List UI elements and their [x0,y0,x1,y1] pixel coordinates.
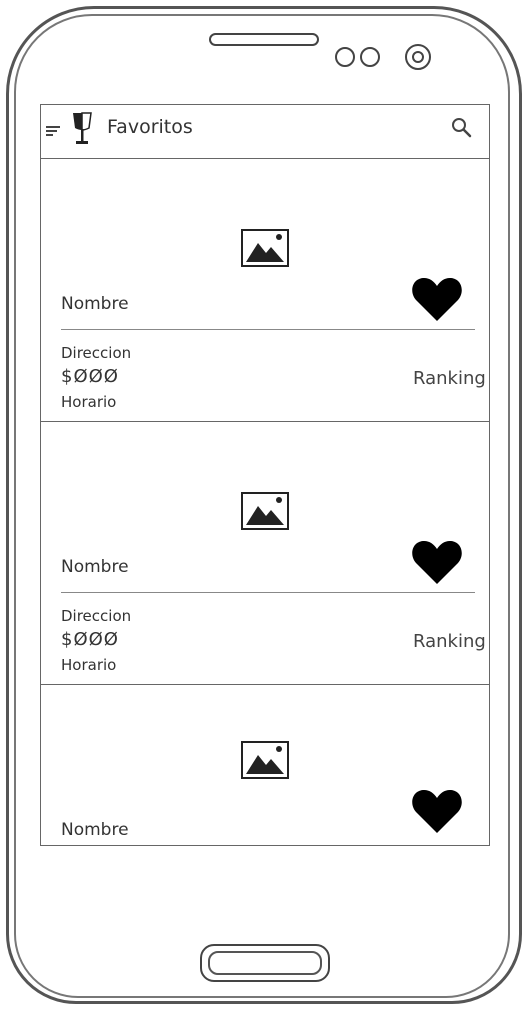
home-button[interactable] [200,944,330,982]
place-ranking: Ranking [413,368,486,389]
place-price: $ØØØ [61,366,119,387]
heart-icon[interactable] [411,539,463,585]
card-header: Nombre [41,422,489,592]
top-app-bar: Favoritos [41,105,489,159]
card-header: Nombre [41,685,489,845]
hamburger-menu-icon[interactable] [46,126,60,136]
search-icon[interactable] [451,117,473,139]
card-details: Direccion $ØØØ Horario Ranking [41,593,489,684]
front-camera [405,44,431,70]
place-hours: Horario [61,656,117,674]
favorite-card[interactable]: Nombre Direccion $ØØØ Horario Ranking [41,159,489,421]
light-sensor [360,47,380,67]
image-placeholder-icon [241,229,289,267]
place-ranking: Ranking [413,631,486,652]
card-header: Nombre [41,159,489,329]
heart-icon[interactable] [411,276,463,322]
place-price: $ØØØ [61,629,119,650]
proximity-sensor [335,47,355,67]
favorite-card[interactable]: Nombre Direccion $ØØØ Horario Ranking [41,422,489,684]
image-placeholder-icon [241,741,289,779]
page-title: Favoritos [107,116,193,138]
place-name: Nombre [61,557,129,577]
place-name: Nombre [61,294,129,314]
place-hours: Horario [61,393,117,411]
place-address: Direccion [61,607,132,625]
heart-icon[interactable] [411,788,463,834]
card-details: Direccion $ØØØ Horario Ranking [41,330,489,421]
speaker-grille [209,33,319,46]
wine-glass-icon [73,112,92,144]
favorite-card[interactable]: Nombre [41,685,489,845]
place-name: Nombre [61,820,129,840]
screen: Favoritos Nombre Direccion $ØØØ Horario … [40,104,490,846]
image-placeholder-icon [241,492,289,530]
place-address: Direccion [61,344,132,362]
